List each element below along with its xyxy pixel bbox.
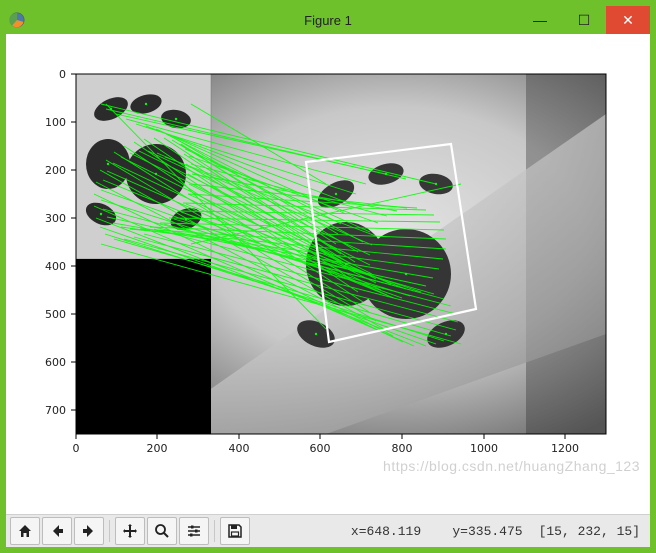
arrow-right-icon	[81, 523, 97, 539]
cursor-x-label: x=	[351, 524, 367, 539]
save-button[interactable]	[220, 517, 250, 545]
cursor-x-value: 648.119	[367, 524, 422, 539]
svg-text:200: 200	[45, 164, 66, 177]
zoom-icon	[154, 523, 170, 539]
svg-text:1200: 1200	[551, 442, 579, 455]
back-button[interactable]	[42, 517, 72, 545]
forward-button[interactable]	[74, 517, 104, 545]
svg-text:600: 600	[45, 356, 66, 369]
x-axis-ticks: 0 200 400 600 800 1000 1200	[73, 434, 580, 455]
pan-button[interactable]	[115, 517, 145, 545]
move-icon	[122, 523, 138, 539]
maximize-button[interactable]: ☐	[562, 6, 606, 34]
y-axis-ticks: 0 100 200 300 400 500 600 700	[45, 68, 76, 417]
arrow-left-icon	[49, 523, 65, 539]
cursor-coords: x=648.119 y=335.475	[304, 509, 522, 553]
svg-text:100: 100	[45, 116, 66, 129]
matplotlib-app-icon	[8, 11, 26, 29]
svg-text:700: 700	[45, 404, 66, 417]
zoom-button[interactable]	[147, 517, 177, 545]
svg-text:600: 600	[310, 442, 331, 455]
titlebar[interactable]: Figure 1 — ☐ ✕	[6, 6, 650, 34]
plot-image	[76, 74, 606, 434]
home-icon	[17, 523, 33, 539]
minimize-button[interactable]: —	[518, 6, 562, 34]
save-icon	[227, 523, 243, 539]
pixel-value: [15, 232, 15]	[539, 524, 640, 539]
nav-toolbar: x=648.119 y=335.475 [15, 232, 15]	[6, 514, 650, 547]
svg-text:200: 200	[147, 442, 168, 455]
cursor-y-value: 335.475	[468, 524, 523, 539]
toolbar-separator	[214, 520, 215, 542]
configure-subplots-button[interactable]	[179, 517, 209, 545]
plot-svg: 0 200 400 600 800 1000 1200 0 100 200 30…	[6, 34, 650, 512]
svg-text:0: 0	[59, 68, 66, 81]
home-button[interactable]	[10, 517, 40, 545]
app-window: Figure 1 — ☐ ✕	[0, 0, 656, 553]
sliders-icon	[186, 523, 202, 539]
svg-text:400: 400	[229, 442, 250, 455]
svg-text:400: 400	[45, 260, 66, 273]
svg-text:800: 800	[392, 442, 413, 455]
svg-text:300: 300	[45, 212, 66, 225]
svg-text:500: 500	[45, 308, 66, 321]
window-controls: — ☐ ✕	[518, 6, 650, 34]
close-button[interactable]: ✕	[606, 6, 650, 34]
svg-text:0: 0	[73, 442, 80, 455]
figure-canvas[interactable]: 0 200 400 600 800 1000 1200 0 100 200 30…	[6, 34, 650, 514]
toolbar-separator	[109, 520, 110, 542]
cursor-y-label: y=	[452, 524, 468, 539]
svg-text:1000: 1000	[470, 442, 498, 455]
